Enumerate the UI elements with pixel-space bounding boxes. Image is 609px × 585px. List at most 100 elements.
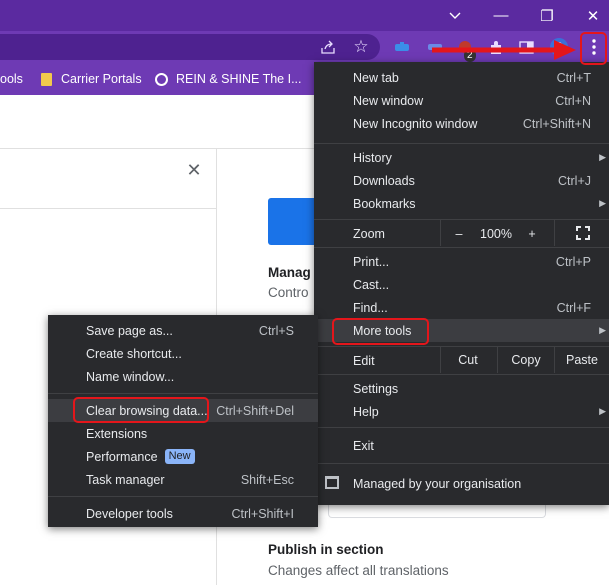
restore-button[interactable]: ❐ <box>524 0 570 31</box>
section-heading: Manag <box>268 265 311 280</box>
section-subtext: Contro <box>268 285 309 300</box>
menu-item-label: Exit <box>353 438 374 453</box>
menu-item-label: Bookmarks <box>353 196 416 211</box>
menu-item-save-page[interactable]: Save page as... Ctrl+S <box>48 319 318 342</box>
zoom-in-button[interactable]: + <box>520 222 544 245</box>
chevron-right-icon: ▶ <box>599 406 606 416</box>
menu-item-exit[interactable]: Exit <box>314 434 609 457</box>
menu-item-label: Print... <box>353 254 390 269</box>
chevron-right-icon: ▶ <box>599 325 606 335</box>
publish-heading: Publish in section <box>268 542 384 557</box>
shortcut-label: Ctrl+Shift+Del <box>216 403 294 418</box>
menu-separator <box>314 219 609 220</box>
menu-item-label: Create shortcut... <box>86 346 182 361</box>
divider <box>554 220 555 246</box>
annotation-box-clear-data <box>73 397 209 423</box>
menu-item-label: Cast... <box>353 277 390 292</box>
extension-icon[interactable] <box>392 37 412 57</box>
bookmark-star-icon[interactable]: ☆ <box>350 36 372 58</box>
copy-button[interactable]: Copy <box>498 349 554 371</box>
bookmark-label: REIN & SHINE The I... <box>176 72 302 86</box>
menu-item-downloads[interactable]: Downloads Ctrl+J <box>314 169 609 192</box>
chrome-main-menu: New tab Ctrl+T New window Ctrl+N New Inc… <box>314 62 609 505</box>
menu-item-label: Extensions <box>86 426 148 441</box>
shortcut-label: Ctrl+P <box>555 254 591 269</box>
annotation-box-menu-button <box>580 32 607 65</box>
menu-item-print[interactable]: Print... Ctrl+P <box>314 250 609 273</box>
menu-item-find[interactable]: Find... Ctrl+F <box>314 296 609 319</box>
shortcut-label: Ctrl+Shift+I <box>231 506 294 521</box>
menu-separator <box>314 427 609 428</box>
menu-item-developer-tools[interactable]: Developer tools Ctrl+Shift+I <box>48 502 318 525</box>
menu-item-label: New Incognito window <box>353 116 478 131</box>
cut-button[interactable]: Cut <box>441 349 495 371</box>
annotation-arrow <box>432 40 576 60</box>
bookmark-label: ools <box>0 72 23 86</box>
shortcut-label: Ctrl+S <box>258 323 294 338</box>
menu-item-managed[interactable]: Managed by your organisation <box>314 472 609 495</box>
menu-item-label: Save page as... <box>86 323 173 338</box>
globe-icon <box>155 72 168 86</box>
menu-item-new-incognito[interactable]: New Incognito window Ctrl+Shift+N <box>314 112 609 135</box>
menu-separator <box>314 346 609 347</box>
menu-item-label: Managed by your organisation <box>353 476 522 491</box>
menu-item-label: Edit <box>353 353 375 368</box>
menu-separator <box>314 374 609 375</box>
menu-separator <box>314 463 609 464</box>
menu-item-label: Help <box>353 404 379 419</box>
menu-item-name-window[interactable]: Name window... <box>48 365 318 388</box>
bookmark-folder-carrier-portals[interactable]: Carrier Portals <box>41 63 142 95</box>
shortcut-label: Shift+Esc <box>240 472 294 487</box>
fullscreen-icon[interactable] <box>576 226 590 240</box>
minimize-button[interactable]: — <box>478 0 524 31</box>
menu-item-label: Zoom <box>353 226 385 241</box>
chevron-right-icon: ▶ <box>599 152 606 162</box>
menu-item-label: New window <box>353 93 424 108</box>
menu-item-label: Task manager <box>86 472 165 487</box>
menu-item-label: Downloads <box>353 173 415 188</box>
menu-item-label: Developer tools <box>86 506 173 521</box>
menu-item-performance[interactable]: Performance New <box>48 445 318 468</box>
menu-item-new-window[interactable]: New window Ctrl+N <box>314 89 609 112</box>
menu-item-label: Settings <box>353 381 399 396</box>
zoom-level: 100% <box>480 226 512 241</box>
share-icon[interactable] <box>318 37 338 57</box>
bookmark-item-rein-shine[interactable]: REIN & SHINE The I... <box>155 63 302 95</box>
menu-item-task-manager[interactable]: Task manager Shift+Esc <box>48 468 318 491</box>
menu-item-create-shortcut[interactable]: Create shortcut... <box>48 342 318 365</box>
paste-button[interactable]: Paste <box>555 349 609 371</box>
publish-subtext: Changes affect all translations <box>268 563 449 578</box>
chevron-right-icon: ▶ <box>599 198 606 208</box>
menu-item-label: Name window... <box>86 369 175 384</box>
close-icon[interactable]: ✕ <box>184 160 204 180</box>
shortcut-label: Ctrl+T <box>556 70 591 85</box>
shortcut-label: Ctrl+N <box>555 93 591 108</box>
bookmark-item[interactable]: ools <box>0 63 23 95</box>
menu-item-history[interactable]: History ▶ <box>314 146 609 169</box>
shortcut-label: Ctrl+J <box>558 173 591 188</box>
menu-item-help[interactable]: Help ▶ <box>314 400 609 423</box>
menu-item-extensions[interactable]: Extensions <box>48 422 318 445</box>
title-bar: — ❐ ✕ <box>0 0 609 31</box>
menu-item-cast[interactable]: Cast... <box>314 273 609 296</box>
menu-separator <box>48 393 318 394</box>
menu-separator <box>48 496 318 497</box>
bookmark-label: Carrier Portals <box>61 72 142 86</box>
menu-item-new-tab[interactable]: New tab Ctrl+T <box>314 66 609 89</box>
divider <box>0 208 216 209</box>
folder-icon <box>41 72 52 86</box>
menu-item-label: Find... <box>353 300 388 315</box>
shortcut-label: Ctrl+Shift+N <box>522 116 591 131</box>
menu-separator <box>314 143 609 144</box>
zoom-out-button[interactable]: – <box>447 222 471 245</box>
chevron-down-icon[interactable] <box>432 0 478 31</box>
divider <box>440 220 441 246</box>
menu-item-label: Performance <box>86 449 158 464</box>
menu-item-label: New tab <box>353 70 399 85</box>
menu-item-settings[interactable]: Settings <box>314 377 609 400</box>
close-button[interactable]: ✕ <box>570 0 609 31</box>
menu-item-bookmarks[interactable]: Bookmarks ▶ <box>314 192 609 215</box>
menu-separator <box>314 247 609 248</box>
shortcut-label: Ctrl+F <box>556 300 591 315</box>
annotation-box-more-tools <box>332 318 429 345</box>
